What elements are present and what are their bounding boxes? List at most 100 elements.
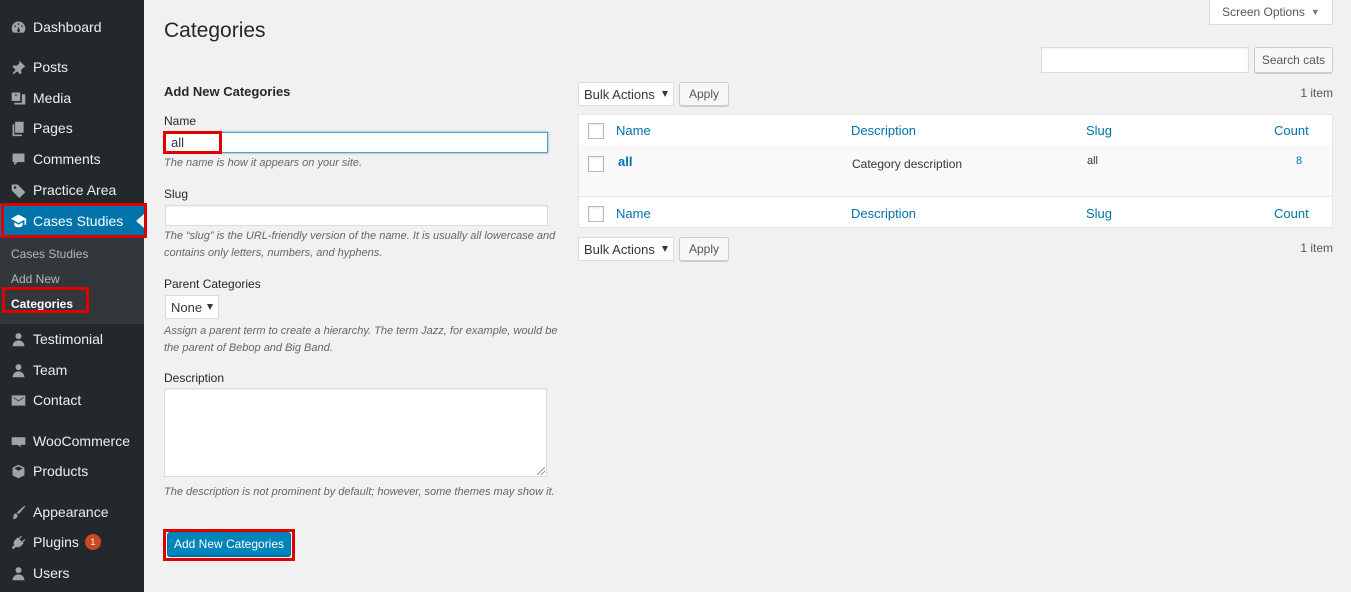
- resize-grip-icon[interactable]: [537, 467, 545, 475]
- bulk-actions-label: Bulk Actions: [584, 241, 655, 257]
- name-help-text: The name is how it appears on your site.: [164, 157, 363, 169]
- brush-icon: [8, 502, 28, 522]
- menu-label: Posts: [33, 59, 69, 75]
- menu-label: Comments: [33, 151, 101, 167]
- slug-help-text: The “slug” is the URL-friendly version o…: [164, 230, 556, 259]
- menu-dashboard[interactable]: Dashboard: [0, 12, 144, 42]
- bulk-actions-label: Bulk Actions: [584, 86, 655, 102]
- menu-woocommerce[interactable]: WooCommerce: [0, 426, 144, 456]
- apply-button-bottom[interactable]: Apply: [679, 237, 729, 261]
- menu-label: Plugins: [33, 534, 79, 550]
- bulk-actions-select-bottom[interactable]: Bulk Actions: [578, 237, 674, 261]
- menu-label: Dashboard: [33, 19, 102, 35]
- screen-options-label: Screen Options: [1222, 5, 1305, 19]
- table-row: all Category description all 8: [578, 145, 1333, 196]
- dashboard-icon: [8, 17, 28, 37]
- row-checkbox[interactable]: [588, 156, 604, 172]
- menu-label: Practice Area: [33, 182, 117, 198]
- plugins-update-badge: 1: [84, 534, 101, 550]
- search-categories-button[interactable]: Search cats: [1254, 47, 1333, 73]
- column-count-header[interactable]: Count: [1274, 123, 1309, 138]
- menu-testimonial[interactable]: Testimonial: [0, 324, 144, 354]
- menu-label: Appearance: [33, 504, 109, 520]
- menu-label: Testimonial: [33, 331, 104, 347]
- tag-icon: [8, 180, 28, 200]
- caret-down-icon: ▼: [1310, 7, 1320, 17]
- menu-contact[interactable]: Contact: [0, 385, 144, 415]
- menu-appearance[interactable]: Appearance: [0, 497, 144, 527]
- submenu-cases-studies[interactable]: Cases Studies: [11, 247, 88, 261]
- caret-down-icon: [207, 304, 213, 310]
- menu-label: Pages: [33, 120, 73, 136]
- items-count-bottom: 1 item: [1300, 241, 1333, 255]
- menu-posts[interactable]: Posts: [0, 52, 144, 82]
- parent-select-value: None: [171, 299, 203, 315]
- column-name-footer[interactable]: Name: [616, 206, 651, 221]
- add-new-heading: Add New Categories: [164, 84, 291, 99]
- menu-label: Team: [33, 362, 68, 378]
- table-header: Name Description Slug Count: [578, 114, 1333, 146]
- column-description-header[interactable]: Description: [851, 123, 916, 138]
- user-icon: [8, 563, 28, 583]
- column-name-header[interactable]: Name: [616, 123, 651, 138]
- add-new-category-button[interactable]: Add New Categories: [167, 532, 291, 556]
- column-count-footer[interactable]: Count: [1274, 206, 1309, 221]
- name-field[interactable]: [165, 132, 548, 153]
- screen-options-button[interactable]: Screen Options ▼: [1209, 0, 1333, 25]
- bulk-actions-select-top[interactable]: Bulk Actions: [578, 82, 674, 106]
- column-slug-footer[interactable]: Slug: [1086, 206, 1112, 221]
- parent-categories-select[interactable]: None: [165, 295, 219, 319]
- main-content: Categories Screen Options ▼ Search cats …: [144, 0, 1351, 592]
- user-icon: [8, 329, 28, 349]
- woocommerce-icon: [8, 431, 28, 451]
- comments-icon: [8, 149, 28, 169]
- plugin-icon: [8, 532, 28, 552]
- menu-label: Users: [33, 565, 70, 581]
- select-all-checkbox-footer[interactable]: [588, 206, 604, 222]
- menu-cases-studies[interactable]: Cases Studies: [0, 204, 144, 237]
- menu-label: Media: [33, 90, 72, 106]
- cases-studies-submenu: Cases Studies Add New Categories: [0, 238, 144, 324]
- media-icon: [8, 88, 28, 108]
- menu-pages[interactable]: Pages: [0, 113, 144, 143]
- category-description-cell: Category description: [852, 157, 963, 171]
- page-title: Categories: [164, 19, 266, 42]
- menu-practice-area[interactable]: Practice Area: [0, 175, 144, 205]
- box-icon: [8, 461, 28, 481]
- description-textarea[interactable]: [164, 388, 547, 477]
- slug-label: Slug: [164, 187, 189, 201]
- caret-down-icon: [662, 246, 668, 252]
- user-icon: [8, 360, 28, 380]
- menu-comments[interactable]: Comments: [0, 144, 144, 174]
- menu-team[interactable]: Team: [0, 355, 144, 385]
- column-description-footer[interactable]: Description: [851, 206, 916, 221]
- column-slug-header[interactable]: Slug: [1086, 123, 1112, 138]
- pin-icon: [8, 57, 28, 77]
- category-count-link[interactable]: 8: [1296, 155, 1302, 167]
- current-menu-arrow: [136, 214, 144, 228]
- items-count-top: 1 item: [1300, 86, 1333, 100]
- menu-users[interactable]: Users: [0, 558, 144, 588]
- select-all-checkbox[interactable]: [588, 123, 604, 139]
- slug-field[interactable]: [165, 205, 548, 226]
- parent-help-text: Assign a parent term to create a hierarc…: [164, 325, 558, 354]
- caret-down-icon: [662, 91, 668, 97]
- menu-media[interactable]: Media: [0, 83, 144, 113]
- search-categories-input[interactable]: [1041, 47, 1249, 73]
- parent-categories-label: Parent Categories: [164, 277, 261, 291]
- submenu-categories[interactable]: Categories: [11, 297, 73, 311]
- apply-button-top[interactable]: Apply: [679, 82, 729, 106]
- menu-products[interactable]: Products: [0, 456, 144, 486]
- table-footer: Name Description Slug Count: [578, 196, 1333, 228]
- category-name-link[interactable]: all: [618, 154, 632, 169]
- pages-icon: [8, 118, 28, 138]
- menu-plugins[interactable]: Plugins 1: [0, 527, 144, 557]
- graduation-cap-icon: [8, 211, 28, 231]
- admin-sidebar: Dashboard Posts Media Pages Comments Pra…: [0, 0, 144, 592]
- menu-label: Products: [33, 463, 89, 479]
- category-slug-cell: all: [1087, 155, 1099, 167]
- menu-label: Contact: [33, 392, 82, 408]
- description-label: Description: [164, 371, 225, 385]
- name-label: Name: [164, 114, 197, 128]
- submenu-add-new[interactable]: Add New: [11, 272, 60, 286]
